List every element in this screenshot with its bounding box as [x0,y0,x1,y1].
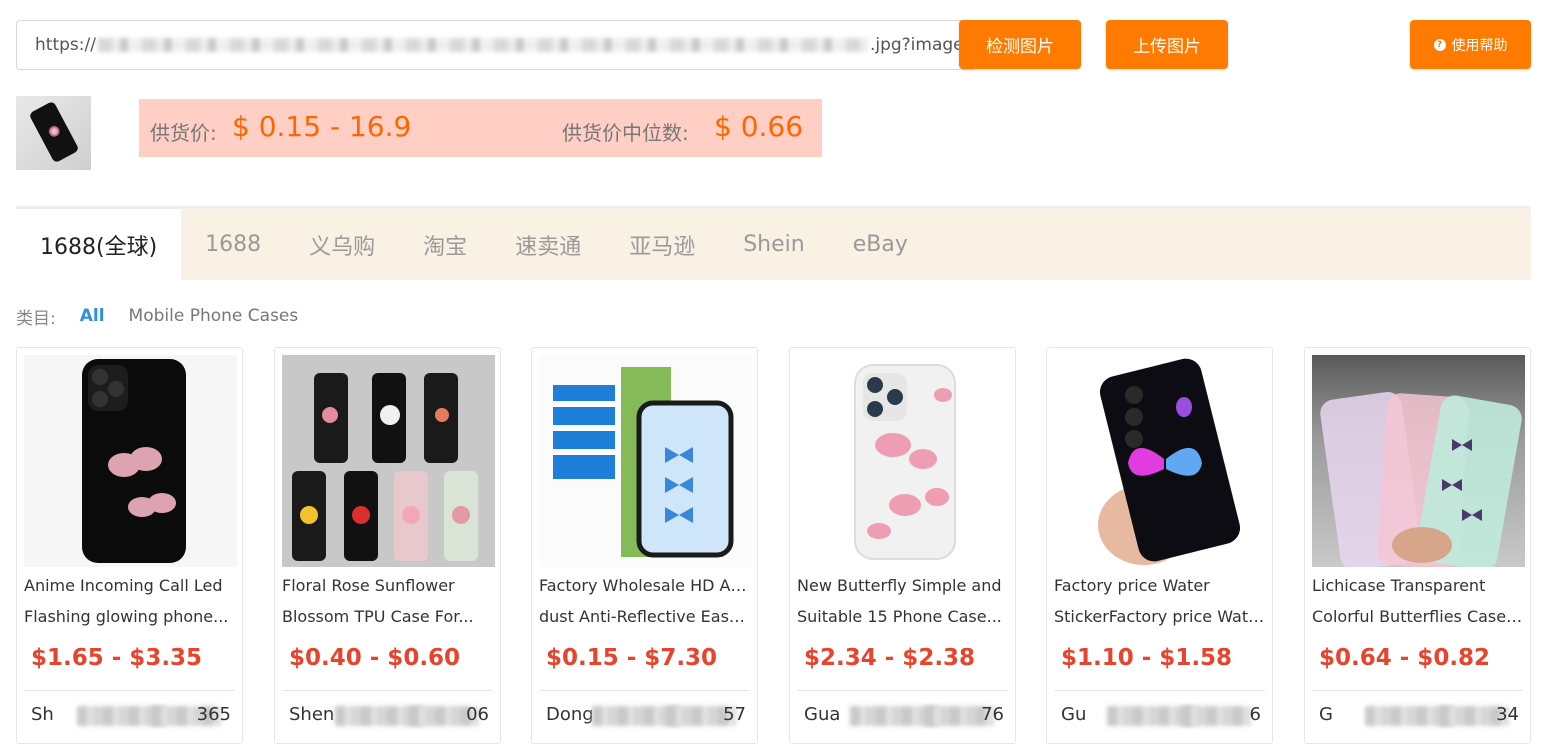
product-price: $1.10 - $1.58 [1061,645,1233,671]
seller-name-end: 57 [723,704,746,725]
seller-name[interactable]: G 34 [1319,704,1519,728]
product-image[interactable] [1054,355,1267,567]
tab-ebay[interactable]: eBay [829,209,932,280]
seller-name[interactable]: Gu 6 [1061,704,1261,728]
product-card[interactable]: Factory price Water StickerFactory price… [1046,347,1273,744]
help-label: 使用帮助 [1451,37,1508,54]
upload-image-label: 上传图片 [1133,37,1201,57]
product-title[interactable]: Anime Incoming Call Led Flashing glowing… [24,570,236,632]
product-image[interactable] [24,355,237,567]
category-mobile-phone-cases[interactable]: Mobile Phone Cases [129,306,299,326]
seller-name-end: 34 [1496,704,1519,725]
product-title-line: Colorful Butterflies Case F... [1312,607,1524,626]
card-divider [282,690,493,691]
tab-amazon[interactable]: 亚马逊 [605,209,719,280]
product-title-line: dust Anti-Reflective Easy fi... [539,607,751,626]
url-prefix: https:// [35,35,96,55]
product-image[interactable] [1312,355,1525,567]
query-image-thumbnail [16,96,91,170]
tab-yiwugo[interactable]: 义乌购 [285,209,399,280]
product-card[interactable]: Anime Incoming Call Led Flashing glowing… [16,347,243,744]
card-divider [24,690,235,691]
product-card[interactable]: New Butterfly Simple and Suitable 15 Pho… [789,347,1016,744]
tab-taobao[interactable]: 淘宝 [399,209,491,280]
tab-1688[interactable]: 1688 [181,209,285,280]
seller-name-end: 06 [466,704,489,725]
seller-name-start: G [1319,704,1333,725]
product-title-line: Floral Rose Sunflower [282,576,455,595]
seller-name[interactable]: Shen 06 [289,704,489,728]
card-divider [539,690,750,691]
product-title-line: Anime Incoming Call Led [24,576,223,595]
tab-aliexpress[interactable]: 速卖通 [491,209,605,280]
product-card[interactable]: Lichicase Transparent Colorful Butterfli… [1304,347,1531,744]
product-title[interactable]: Factory Wholesale HD Anti- dust Anti-Ref… [539,570,751,632]
seller-name[interactable]: Dong 57 [546,704,746,728]
seller-name-start: Gu [1061,704,1087,725]
product-image[interactable] [797,355,1010,567]
product-price: $1.65 - $3.35 [31,645,203,671]
seller-name-end: 76 [981,704,1004,725]
card-divider [1054,690,1265,691]
seller-name-start: Shen [289,704,335,725]
seller-name-end: 365 [196,704,231,725]
card-divider [1312,690,1523,691]
supply-price-label: 供货价: [150,121,217,145]
supply-price-value: $ 0.15 - 16.9 [232,110,412,143]
url-redacted [97,38,868,52]
product-price: $0.64 - $0.82 [1319,645,1491,671]
question-circle-icon: ? [1433,38,1446,51]
median-price-label: 供货价中位数: [562,121,689,145]
price-summary: 供货价: $ 0.15 - 16.9 供货价中位数: $ 0.66 [139,99,822,157]
detect-image-label: 检测图片 [986,37,1054,57]
product-title-line: Suitable 15 Phone Case... [797,607,1002,626]
detect-image-button[interactable]: 检测图片 [959,20,1081,69]
product-title-line: Factory Wholesale HD Anti- [539,576,751,595]
product-title[interactable]: Floral Rose Sunflower Blossom TPU Case F… [282,570,494,632]
product-title-line: Lichicase Transparent [1312,576,1486,595]
product-price: $2.34 - $2.38 [804,645,976,671]
help-button[interactable]: ? 使用帮助 [1410,20,1531,69]
product-card[interactable]: Factory Wholesale HD Anti- dust Anti-Ref… [531,347,758,744]
product-title[interactable]: New Butterfly Simple and Suitable 15 Pho… [797,570,1009,632]
seller-name-end: 6 [1249,704,1261,725]
image-url-input[interactable]: https://.jpg?imageV [16,20,976,70]
tab-shein[interactable]: Shein [719,209,829,280]
seller-name[interactable]: Gua 76 [804,704,1004,728]
median-price-value: $ 0.66 [714,110,804,143]
product-image[interactable] [539,355,752,567]
product-title[interactable]: Lichicase Transparent Colorful Butterfli… [1312,570,1524,632]
product-image[interactable] [282,355,495,567]
product-title-line: StickerFactory price Water... [1054,607,1266,626]
seller-name-start: Sh [31,704,54,725]
product-title[interactable]: Factory price Water StickerFactory price… [1054,570,1266,632]
product-title-line: Flashing glowing phone... [24,607,229,626]
product-price: $0.40 - $0.60 [289,645,461,671]
tab-1688-global[interactable]: 1688(全球) [16,209,182,280]
card-divider [797,690,1008,691]
platform-tabs: 1688(全球) 1688 义乌购 淘宝 速卖通 亚马逊 Shein eBay [16,206,1531,280]
seller-name-start: Gua [804,704,841,725]
category-label: 类目: [16,308,56,329]
category-filter: 类目: All Mobile Phone Cases [16,303,298,329]
upload-image-button[interactable]: 上传图片 [1106,20,1228,69]
product-title-line: Blossom TPU Case For... [282,607,474,626]
category-all[interactable]: All [80,306,105,326]
product-card[interactable]: Floral Rose Sunflower Blossom TPU Case F… [274,347,501,744]
product-price: $0.15 - $7.30 [546,645,718,671]
product-title-line: New Butterfly Simple and [797,576,1002,595]
product-title-line: Factory price Water [1054,576,1210,595]
seller-name[interactable]: Sh 365 [31,704,231,728]
seller-name-start: Dong [546,704,594,725]
